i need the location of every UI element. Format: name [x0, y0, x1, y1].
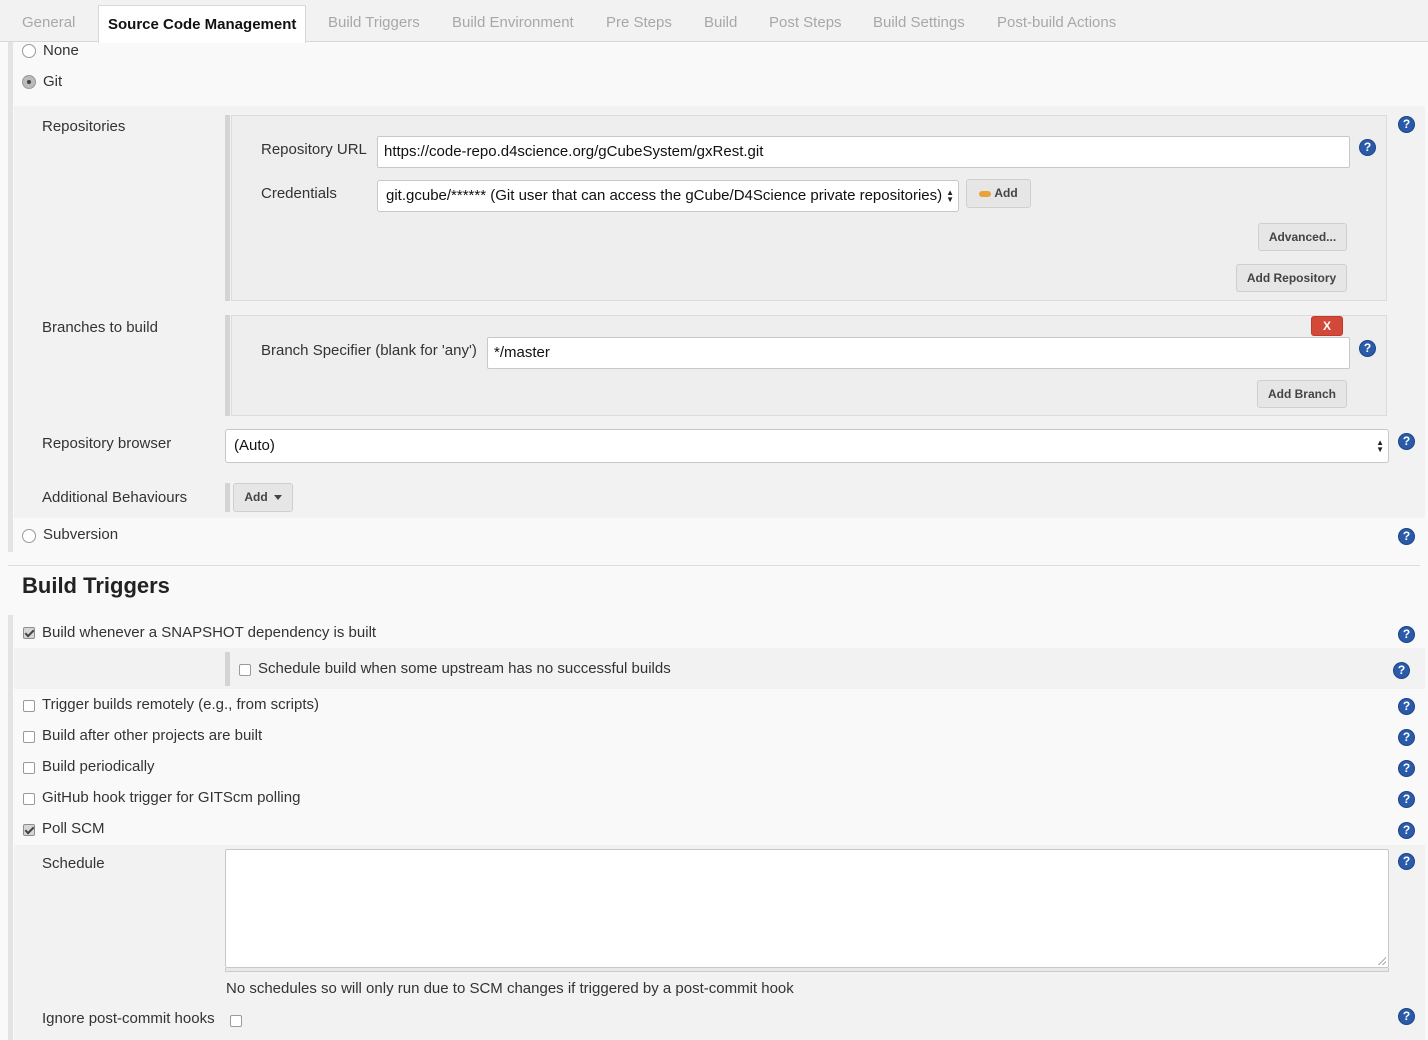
help-icon[interactable]: ? [1398, 698, 1415, 715]
resize-grip-icon[interactable] [1378, 957, 1386, 965]
scm-none-label: None [43, 42, 79, 59]
textarea-resize-handle[interactable] [225, 968, 1389, 972]
trigger-remotely-checkbox[interactable] [23, 700, 35, 712]
tab-build[interactable]: Build [704, 0, 737, 42]
poll-scm-label: Poll SCM [42, 820, 105, 837]
help-icon[interactable]: ? [1398, 1008, 1415, 1025]
repository-browser-label: Repository browser [42, 435, 172, 452]
advanced-button[interactable]: Advanced... [1258, 223, 1347, 251]
tab-general[interactable]: General [22, 0, 75, 42]
tab-pre-steps[interactable]: Pre Steps [606, 0, 672, 42]
upstream-no-success-checkbox[interactable] [239, 664, 251, 676]
repository-browser-value: (Auto) [234, 437, 275, 454]
help-icon[interactable]: ? [1398, 853, 1415, 870]
tab-post-steps[interactable]: Post Steps [769, 0, 842, 42]
ignore-post-commit-hooks-label: Ignore post-commit hooks [42, 1010, 215, 1027]
build-after-other-label: Build after other projects are built [42, 727, 263, 744]
scm-git-label: Git [43, 73, 63, 90]
branches-to-build-label: Branches to build [42, 319, 158, 336]
help-icon[interactable]: ? [1398, 729, 1415, 746]
scm-subversion-radio[interactable] [22, 529, 36, 543]
help-icon[interactable]: ? [1398, 791, 1415, 808]
ignore-post-commit-hooks-checkbox[interactable] [230, 1015, 242, 1027]
tab-bar: General Source Code Management Build Tri… [0, 0, 1428, 43]
poll-scm-checkbox[interactable] [23, 824, 35, 836]
tab-build-settings[interactable]: Build Settings [873, 0, 965, 42]
schedule-label: Schedule [42, 855, 105, 872]
add-behaviour-button[interactable]: Add [233, 483, 293, 512]
scm-git-radio[interactable] [22, 75, 36, 89]
repository-browser-select[interactable]: (Auto) ▲ ▼ [225, 429, 1389, 463]
upstream-panel-bar [225, 652, 230, 686]
snapshot-dependency-label: Build whenever a SNAPSHOT dependency is … [42, 624, 377, 641]
repository-url-label: Repository URL [261, 141, 367, 158]
help-icon[interactable]: ? [1398, 822, 1415, 839]
branch-specifier-input[interactable]: */master [487, 337, 1350, 369]
key-icon [979, 190, 992, 197]
select-arrows-icon: ▲ ▼ [946, 188, 954, 204]
add-repository-button[interactable]: Add Repository [1236, 264, 1347, 292]
help-icon[interactable]: ? [1398, 116, 1415, 133]
section-indent-line [8, 42, 13, 552]
snapshot-dependency-checkbox[interactable] [23, 627, 35, 639]
behaviours-panel-bar [225, 483, 230, 512]
credentials-add-label: Add [994, 186, 1018, 200]
branch-specifier-label: Branch Specifier (blank for 'any') [261, 342, 477, 359]
branches-panel-bar [225, 315, 230, 416]
help-icon[interactable]: ? [1398, 626, 1415, 643]
additional-behaviours-label: Additional Behaviours [42, 489, 188, 506]
tab-build-environment[interactable]: Build Environment [452, 0, 574, 42]
upstream-no-success-label: Schedule build when some upstream has no… [258, 660, 671, 677]
repositories-label: Repositories [42, 118, 126, 135]
credentials-add-button[interactable]: Add [966, 179, 1031, 208]
help-icon[interactable]: ? [1398, 760, 1415, 777]
build-triggers-heading: Build Triggers [22, 573, 170, 598]
help-icon[interactable]: ? [1393, 662, 1410, 679]
build-periodically-label: Build periodically [42, 758, 155, 775]
github-hook-checkbox[interactable] [23, 793, 35, 805]
help-icon[interactable]: ? [1398, 528, 1415, 545]
caret-down-icon [273, 495, 282, 501]
section-divider [8, 565, 1420, 566]
credentials-value: git.gcube/****** (Git user that can acce… [386, 187, 943, 204]
credentials-label: Credentials [261, 185, 337, 202]
tab-post-build-actions[interactable]: Post-build Actions [997, 0, 1116, 42]
scm-none-radio[interactable] [22, 44, 36, 58]
schedule-note: No schedules so will only run due to SCM… [226, 980, 794, 997]
tab-build-triggers[interactable]: Build Triggers [328, 0, 420, 42]
repository-url-input[interactable]: https://code-repo.d4science.org/gCubeSys… [377, 136, 1350, 168]
help-icon[interactable]: ? [1359, 340, 1376, 357]
schedule-textarea[interactable] [225, 849, 1389, 968]
github-hook-label: GitHub hook trigger for GITScm polling [42, 789, 301, 806]
trigger-remotely-label: Trigger builds remotely (e.g., from scri… [42, 696, 320, 713]
scm-subversion-label: Subversion [43, 526, 119, 543]
select-arrows-icon: ▲ ▼ [1376, 438, 1384, 454]
help-icon[interactable]: ? [1398, 433, 1415, 450]
add-branch-button[interactable]: Add Branch [1257, 380, 1347, 408]
tab-source-code-management[interactable]: Source Code Management [98, 5, 307, 43]
build-periodically-checkbox[interactable] [23, 762, 35, 774]
repositories-panel-bar [225, 115, 230, 301]
section-indent-line [8, 615, 13, 1040]
credentials-select[interactable]: git.gcube/****** (Git user that can acce… [377, 180, 959, 212]
build-after-other-checkbox[interactable] [23, 731, 35, 743]
add-behaviour-label: Add [244, 490, 268, 504]
delete-branch-button[interactable]: X [1311, 316, 1343, 336]
help-icon[interactable]: ? [1359, 139, 1376, 156]
